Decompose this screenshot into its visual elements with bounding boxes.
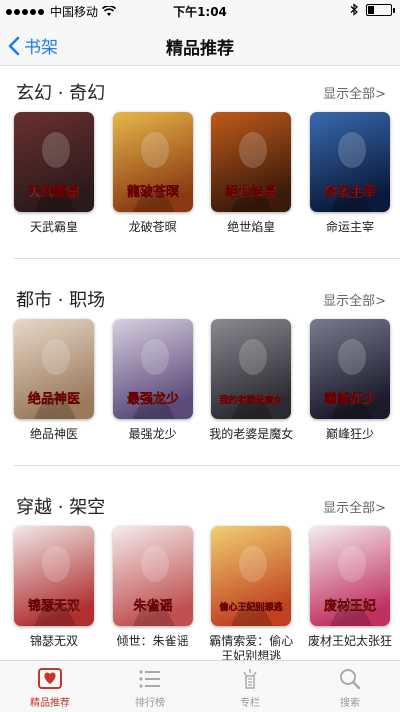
status-time: 下午1:04	[173, 5, 227, 19]
book-cover[interactable]: 巅峰狂少	[309, 319, 390, 419]
section-title: 都市 · 职场	[16, 290, 106, 311]
book-cover[interactable]: 我的老婆是魔女	[211, 319, 292, 419]
book-cover[interactable]: 命运主宰	[309, 112, 390, 212]
show-all-link[interactable]: 显示全部>	[323, 497, 386, 516]
book-title: 最强龙少	[128, 427, 177, 441]
cover-art: 锦瑟无双	[14, 526, 94, 626]
section-title: 玄幻 · 奇幻	[16, 83, 106, 104]
book-item[interactable]: 我的老婆是魔女 我的老婆是魔女	[207, 319, 295, 442]
book-item[interactable]: 废材王妃废材王妃太张狂	[306, 526, 394, 660]
book-title: 倾世：朱雀谣	[116, 634, 189, 648]
book-cover[interactable]: 絕世焰皇	[211, 112, 292, 212]
book-row: 天武霸皇 天武霸皇 龍破苍暝 龙破苍暝 絕世焰皇 绝世焰皇 命运主宰 命运主宰	[10, 112, 394, 235]
section-fantasy: 玄幻 · 奇幻 显示全部> 天武霸皇 天武霸皇 龍破苍暝 龙破苍暝 絕世焰皇 绝世焰皇 命运…	[0, 67, 400, 267]
book-title: 龙破苍暝	[128, 220, 177, 234]
book-cover[interactable]: 最强龙少	[112, 319, 193, 419]
book-title: 天武霸皇	[29, 220, 78, 234]
book-cover[interactable]: 锦瑟无双	[14, 526, 94, 626]
tab-search[interactable]: 搜索	[300, 661, 400, 712]
tab-label: 排行榜	[135, 698, 165, 709]
search-icon	[340, 669, 361, 690]
book-cover[interactable]: 绝品神医	[14, 319, 94, 419]
book-item[interactable]: 天武霸皇 天武霸皇	[10, 112, 98, 235]
book-item[interactable]: 命运主宰 命运主宰	[306, 112, 394, 235]
heart-book-icon	[38, 668, 62, 689]
cover-art: 废材王妃	[309, 526, 390, 626]
cover-title-text: 巅峰狂少	[324, 391, 376, 407]
cover-title-text: 废材王妃	[324, 598, 376, 614]
cover-art: 絕世焰皇	[211, 112, 292, 212]
status-right	[350, 3, 395, 16]
book-row: 锦瑟无双 锦瑟无双 朱雀谣 倾世：朱雀谣 偷心王妃别想逃 霸情索爱：偷心王妃别想逃 废材王妃…	[10, 526, 394, 660]
book-item[interactable]: 锦瑟无双 锦瑟无双	[10, 526, 98, 660]
tab-bar: 精品推荐 排行榜 专栏 搜索	[0, 660, 400, 712]
cover-title-text: 绝品神医	[28, 391, 80, 407]
section-divider	[14, 258, 400, 259]
book-cover[interactable]: 天武霸皇	[14, 112, 94, 212]
cover-art: 朱雀谣	[112, 526, 193, 626]
tab-label: 精品推荐	[30, 698, 70, 709]
cover-art: 最强龙少	[112, 319, 193, 419]
cover-art: 龍破苍暝	[112, 112, 193, 212]
cover-art: 天武霸皇	[14, 112, 94, 212]
book-title: 霸情索爱：偷心王妃别想逃	[209, 634, 294, 660]
cover-title-text: 最强龙少	[127, 391, 179, 407]
book-item[interactable]: 最强龙少 最强龙少	[109, 319, 197, 442]
list-icon	[139, 670, 160, 688]
tab-label: 搜索	[340, 698, 360, 709]
book-title: 巅峰狂少	[325, 427, 374, 441]
book-cover[interactable]: 偷心王妃别想逃	[211, 526, 292, 626]
book-cover[interactable]: 龍破苍暝	[112, 112, 193, 212]
book-cover[interactable]: 朱雀谣	[112, 526, 193, 626]
cover-title-text: 朱雀谣	[132, 598, 172, 614]
book-title: 绝品神医	[29, 427, 78, 441]
cover-title-text: 天武霸皇	[28, 184, 80, 200]
book-title: 锦瑟无双	[29, 634, 78, 648]
book-item[interactable]: 絕世焰皇 绝世焰皇	[207, 112, 295, 235]
book-row: 绝品神医 绝品神医 最强龙少 最强龙少 我的老婆是魔女 我的老婆是魔女 巅峰狂少 巅峰狂少	[10, 319, 394, 442]
book-item[interactable]: 龍破苍暝 龙破苍暝	[109, 112, 197, 235]
cover-title-text: 絕世焰皇	[225, 184, 277, 200]
book-title: 废材王妃太张狂	[307, 634, 392, 648]
cover-art: 巅峰狂少	[309, 319, 390, 419]
book-title: 绝世焰皇	[227, 220, 276, 234]
cover-title-text: 锦瑟无双	[28, 598, 80, 614]
nav-bar: 书架 精品推荐	[0, 22, 400, 66]
cover-title-text: 命运主宰	[323, 184, 376, 200]
show-all-link[interactable]: 显示全部>	[323, 290, 386, 309]
section-urban: 都市 · 职场 显示全部> 绝品神医 绝品神医 最强龙少 最强龙少 我的老婆是魔女 我的老…	[0, 274, 400, 474]
tab-column[interactable]: 专栏	[200, 661, 300, 712]
cover-title-text: 我的老婆是魔女	[220, 394, 283, 406]
book-list: 玄幻 · 奇幻 显示全部> 天武霸皇 天武霸皇 龍破苍暝 龙破苍暝 絕世焰皇 绝世焰皇 命运…	[0, 67, 400, 660]
tab-ranking[interactable]: 排行榜	[100, 661, 200, 712]
book-item[interactable]: 绝品神医 绝品神医	[10, 319, 98, 442]
section-divider	[14, 465, 400, 466]
bluetooth-icon	[350, 3, 358, 16]
cover-title-text: 龍破苍暝	[127, 184, 180, 200]
section-time-travel: 穿越 · 架空 显示全部> 锦瑟无双 锦瑟无双 朱雀谣 倾世：朱雀谣 偷心王妃别想逃 霸情…	[0, 481, 400, 660]
cover-title-text: 偷心王妃别想逃	[220, 601, 284, 613]
section-title: 穿越 · 架空	[16, 497, 106, 518]
cover-art: 我的老婆是魔女	[211, 319, 292, 419]
cover-art: 绝品神医	[14, 319, 94, 419]
book-title: 命运主宰	[325, 220, 374, 234]
status-bar: 中国移动 下午1:04	[0, 0, 400, 22]
book-item[interactable]: 巅峰狂少 巅峰狂少	[306, 319, 394, 442]
battery-icon	[366, 3, 395, 16]
book-title: 我的老婆是魔女	[209, 427, 294, 441]
cover-art: 命运主宰	[309, 112, 390, 212]
cover-art: 偷心王妃别想逃	[211, 526, 292, 626]
book-item[interactable]: 朱雀谣倾世：朱雀谣	[109, 526, 197, 660]
tab-label: 专栏	[240, 698, 260, 709]
book-item[interactable]: 偷心王妃别想逃霸情索爱：偷心王妃别想逃	[207, 526, 295, 660]
tab-recommend[interactable]: 精品推荐	[0, 661, 100, 712]
page-title: 精品推荐	[166, 39, 234, 59]
show-all-link[interactable]: 显示全部>	[323, 83, 386, 102]
book-cover[interactable]: 废材王妃	[309, 526, 390, 626]
column-icon	[243, 669, 257, 689]
